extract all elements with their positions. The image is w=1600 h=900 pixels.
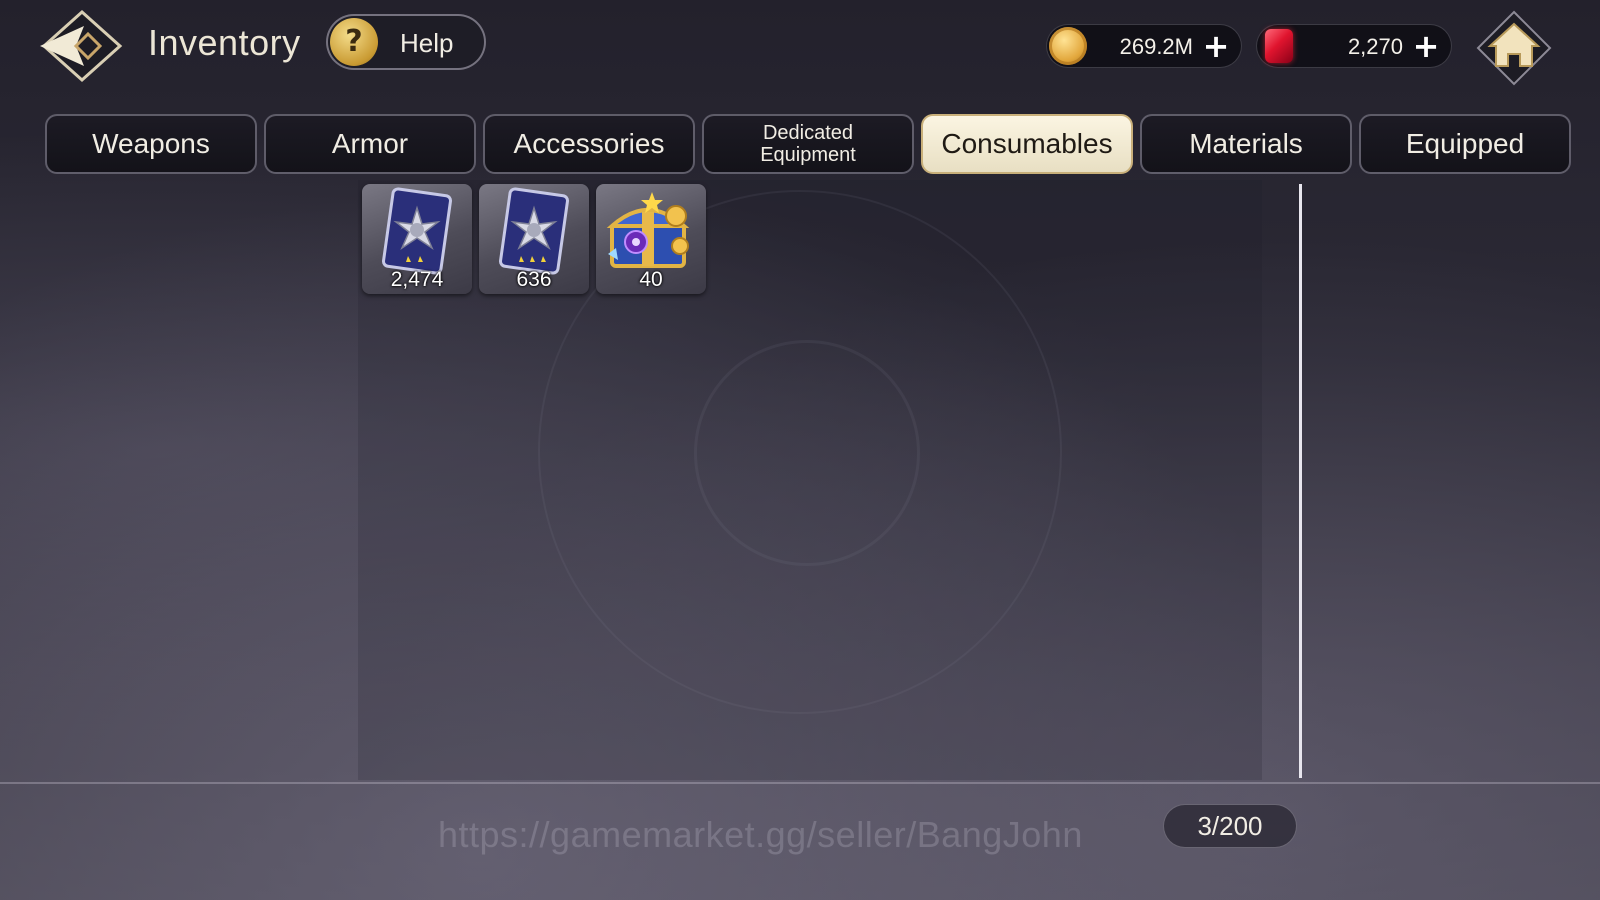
ruby-gem-icon [1265, 29, 1293, 63]
help-button[interactable]: ? Help [326, 14, 486, 70]
tab-equipped[interactable]: Equipped [1359, 114, 1571, 174]
gem-amount: 2,270 [1347, 34, 1403, 59]
tab-consumables[interactable]: Consumables [921, 114, 1133, 174]
back-arrow-icon [40, 9, 123, 83]
tab-materials[interactable]: Materials [1140, 114, 1352, 174]
gold-coin-icon [1049, 27, 1087, 65]
inventory-capacity: 3/200 [1163, 804, 1297, 848]
scrollbar[interactable] [1299, 184, 1302, 778]
home-icon [1476, 10, 1552, 86]
add-gems-button[interactable]: + [1411, 30, 1441, 62]
item-count: 40 [639, 268, 663, 291]
watermark-text: https://gamemarket.gg/seller/BangJohn [438, 814, 1083, 855]
add-gold-button[interactable]: + [1201, 30, 1231, 62]
help-label: Help [400, 28, 454, 58]
inventory-screen: Inventory ? Help 269.2M + 2,270 + Weapon… [0, 0, 1600, 900]
question-mark-icon: ? [330, 18, 378, 66]
inventory-item[interactable]: 636 [479, 184, 589, 294]
page-title: Inventory [148, 22, 301, 63]
gold-currency-display: 269.2M + [1046, 24, 1242, 68]
gem-currency-display: 2,270 + [1256, 24, 1452, 68]
tab-dedicated-equipment[interactable]: Dedicated Equipment [702, 114, 914, 174]
home-button[interactable] [1474, 8, 1554, 88]
gold-amount: 269.2M [1119, 34, 1193, 59]
tab-weapons[interactable]: Weapons [45, 114, 257, 174]
inventory-item[interactable]: 40 [596, 184, 706, 294]
tab-dedicated-label-line2: Equipment [760, 144, 856, 166]
item-count: 2,474 [390, 268, 444, 291]
inventory-item[interactable]: 2,474 [362, 184, 472, 294]
back-button[interactable] [36, 8, 124, 84]
bottom-divider [0, 782, 1600, 784]
tab-dedicated-label-line1: Dedicated [762, 122, 854, 144]
item-count: 636 [516, 268, 552, 291]
tab-armor[interactable]: Armor [264, 114, 476, 174]
tab-accessories[interactable]: Accessories [483, 114, 695, 174]
